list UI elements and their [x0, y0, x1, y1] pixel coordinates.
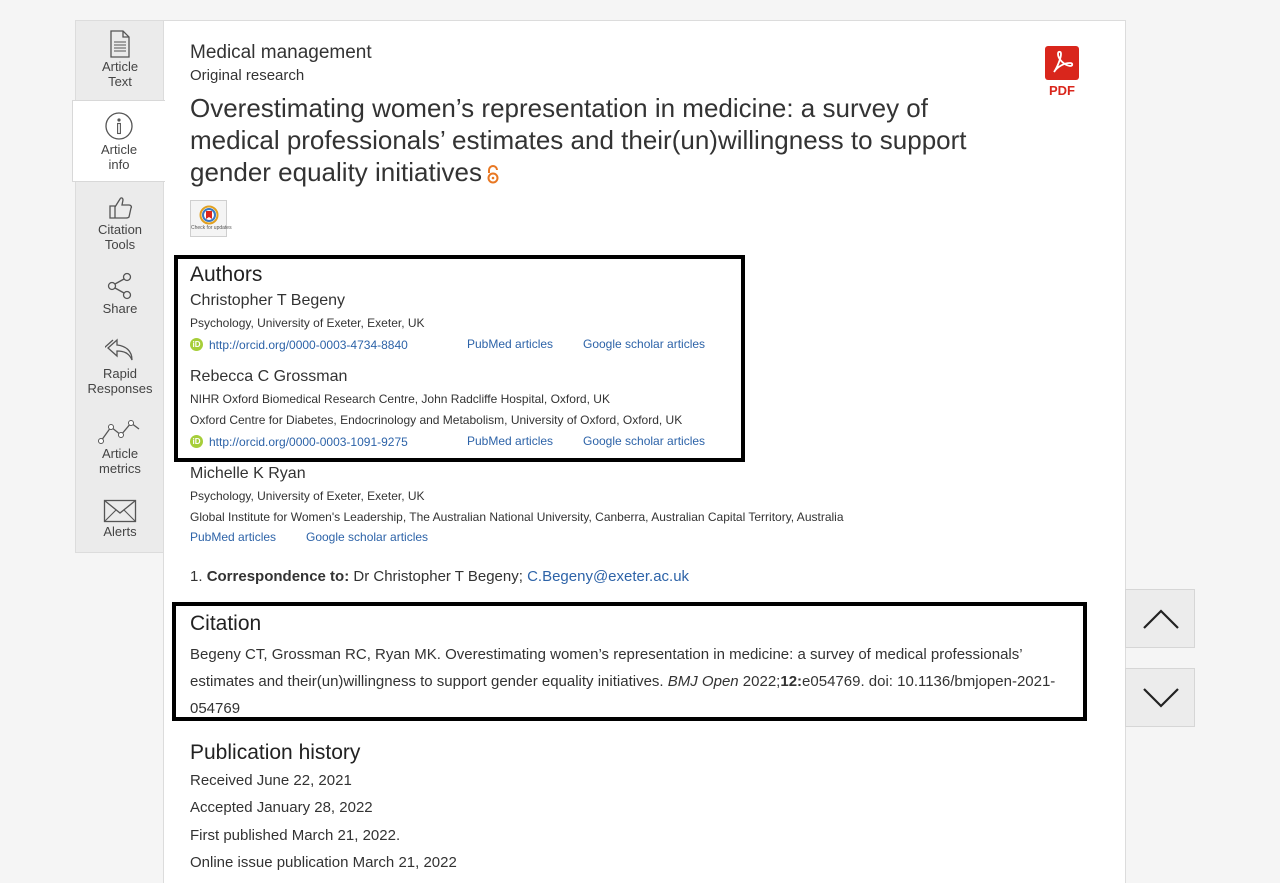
rail-label: metrics: [99, 461, 141, 476]
google-scholar-link[interactable]: Google scholar articles: [583, 434, 705, 448]
rail-label: Responses: [87, 381, 153, 396]
metrics-icon: [98, 420, 140, 444]
rail-label: Citation: [97, 222, 143, 237]
envelope-icon: [103, 499, 137, 523]
scroll-down-button[interactable]: [1125, 668, 1195, 727]
rail-label: Alerts: [103, 524, 137, 539]
share-icon: [107, 272, 132, 300]
author-affiliation: Psychology, University of Exeter, Exeter…: [190, 489, 425, 503]
author-name: Christopher T Begeny: [190, 292, 346, 309]
pdf-icon: [1045, 46, 1079, 80]
rail-label: Tools: [104, 237, 136, 252]
pdf-label: PDF: [1049, 83, 1075, 98]
author-links-row: iD http://orcid.org/0000-0003-1091-9275: [190, 433, 408, 451]
rail-item-share[interactable]: Share: [76, 272, 164, 316]
orcid-icon: iD: [190, 338, 203, 352]
rail-label: Share: [102, 301, 138, 316]
rail-label: info: [108, 157, 130, 172]
check-updates-text: Check for updates: [191, 225, 232, 231]
correspondence-name: Dr Christopher T Begeny;: [353, 568, 523, 585]
correspondence-email-link[interactable]: C.Begeny@exeter.ac.uk: [527, 568, 689, 585]
rail-item-citation-tools[interactable]: Citation Tools: [76, 193, 164, 252]
rail-item-rapid-responses[interactable]: Rapid Responses: [76, 337, 164, 396]
authors-heading: Authors: [190, 263, 263, 286]
author-affiliation: Global Institute for Women's Leadership,…: [190, 510, 844, 524]
open-access-icon: [487, 165, 499, 184]
pubmed-link[interactable]: PubMed articles: [190, 530, 276, 544]
history-item: Accepted January 28, 2022: [190, 799, 373, 816]
rail-item-article-text[interactable]: Article Text: [76, 30, 164, 89]
chevron-down-icon: [1143, 688, 1179, 708]
google-scholar-link[interactable]: Google scholar articles: [583, 337, 705, 351]
pubmed-link[interactable]: PubMed articles: [467, 434, 553, 448]
correspondence-label: Correspondence to:: [206, 568, 350, 585]
pdf-download-button[interactable]: PDF: [1044, 46, 1080, 97]
rail-label: Article: [101, 446, 139, 461]
pubmed-link[interactable]: PubMed articles: [467, 337, 553, 351]
author-name: Rebecca C Grossman: [190, 368, 348, 385]
thumbs-up-icon: [109, 197, 133, 219]
citation-volume: 12:: [780, 673, 803, 690]
history-item: First published March 21, 2022.: [190, 827, 401, 844]
article-title: Overestimating women’s representation in…: [190, 92, 1020, 188]
history-item: Online issue publication March 21, 2022: [190, 854, 457, 871]
history-item: Received June 22, 2021: [190, 772, 352, 789]
correspondence: 1. Correspondence to: Dr Christopher T B…: [190, 568, 689, 585]
article-tools-rail: Article Text Article info Citation Tools…: [72, 20, 165, 553]
rail-label: Article: [100, 142, 138, 157]
publication-history-heading: Publication history: [190, 741, 361, 764]
rail-item-article-info[interactable]: Article info: [72, 100, 165, 182]
reply-icon: [105, 338, 133, 361]
article-info-panel: Medical management Original research Ove…: [163, 20, 1126, 883]
rail-label: Article: [101, 59, 139, 74]
citation-journal: BMJ Open: [667, 673, 739, 690]
scroll-up-button[interactable]: [1125, 589, 1195, 648]
footnote-number: 1.: [190, 568, 203, 585]
orcid-icon: iD: [190, 435, 203, 449]
citation-year: 2022;: [738, 673, 781, 690]
info-icon: [105, 112, 133, 140]
check-for-updates-badge[interactable]: Check for updates: [190, 200, 232, 237]
orcid-link[interactable]: http://orcid.org/0000-0003-4734-8840: [209, 338, 408, 352]
document-icon: [110, 30, 130, 58]
rail-item-alerts[interactable]: Alerts: [76, 499, 164, 539]
article-title-text: Overestimating women’s representation in…: [190, 93, 967, 187]
rail-item-article-metrics[interactable]: Article metrics: [76, 417, 164, 476]
chevron-up-icon: [1143, 609, 1179, 629]
check-updates-icon: [199, 205, 218, 225]
citation-text: Begeny CT, Grossman RC, Ryan MK. Overest…: [190, 641, 1070, 722]
author-affiliation: Psychology, University of Exeter, Exeter…: [190, 316, 425, 330]
author-affiliation: Oxford Centre for Diabetes, Endocrinolog…: [190, 413, 683, 427]
author-links-row: iD http://orcid.org/0000-0003-4734-8840: [190, 336, 408, 354]
article-type: Original research: [190, 67, 305, 84]
citation-heading: Citation: [190, 612, 262, 635]
article-subject: Medical management: [190, 42, 372, 63]
author-name: Michelle K Ryan: [190, 465, 306, 482]
google-scholar-link[interactable]: Google scholar articles: [306, 530, 428, 544]
rail-label: Rapid: [103, 366, 137, 381]
rail-label: Text: [108, 74, 132, 89]
orcid-link[interactable]: http://orcid.org/0000-0003-1091-9275: [209, 435, 408, 449]
author-affiliation: NIHR Oxford Biomedical Research Centre, …: [190, 392, 610, 406]
